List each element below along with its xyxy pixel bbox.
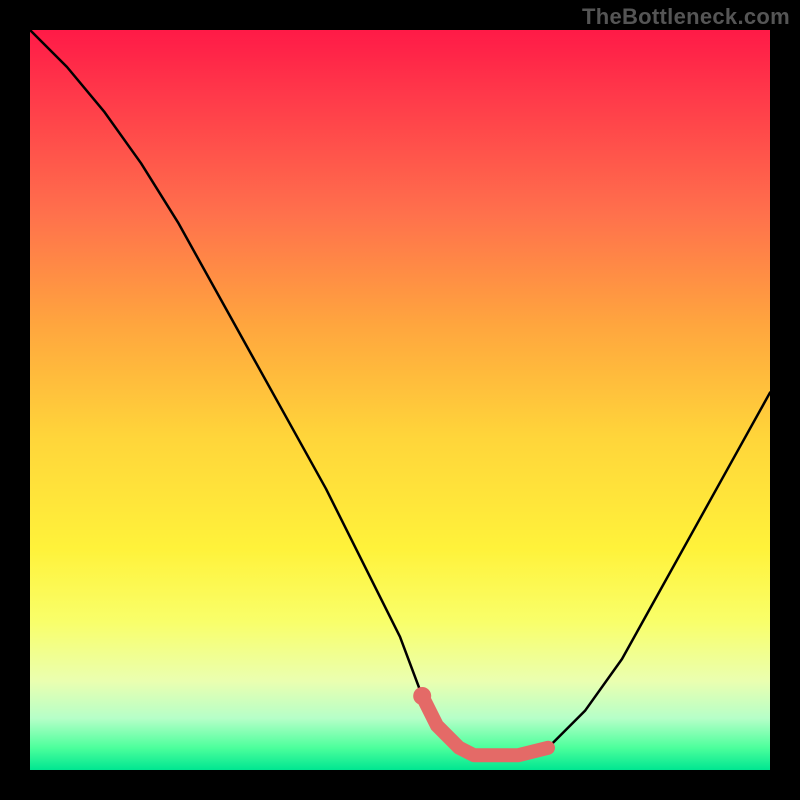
chart-curve-line (30, 30, 770, 755)
watermark-text: TheBottleneck.com (582, 4, 790, 30)
chart-highlight-start-cap (413, 687, 431, 705)
chart-plot-area (30, 30, 770, 770)
chart-svg-overlay (30, 30, 770, 770)
chart-highlight-segment (422, 696, 548, 755)
